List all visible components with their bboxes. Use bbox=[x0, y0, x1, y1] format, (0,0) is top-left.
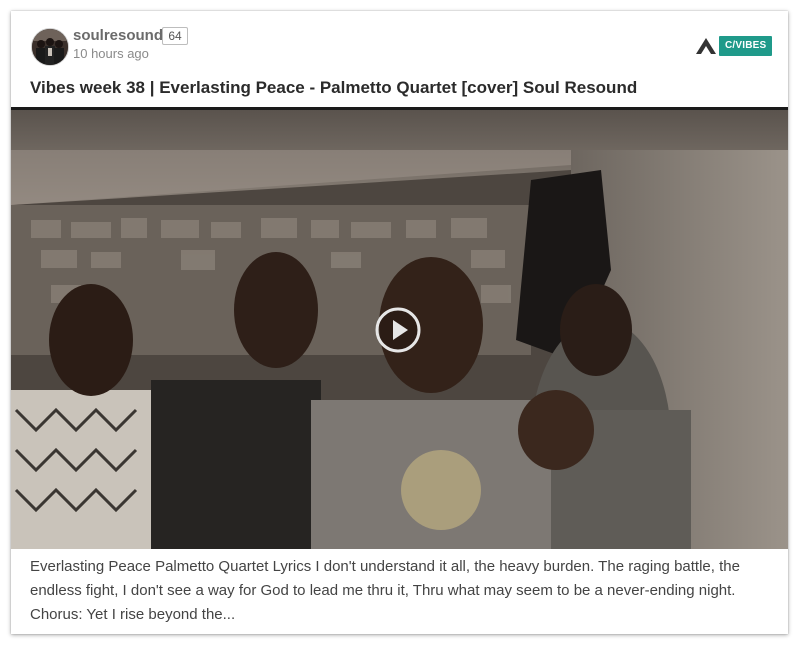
community-tag[interactable]: C/VIBES bbox=[719, 36, 773, 56]
play-circle-icon[interactable] bbox=[375, 307, 421, 353]
post-header: soulresound 64 10 hours ago C/VIBES bbox=[11, 11, 788, 71]
reputation-badge: 64 bbox=[162, 27, 188, 45]
author-avatar[interactable] bbox=[31, 28, 69, 66]
post-description: Everlasting Peace Palmetto Quartet Lyric… bbox=[30, 558, 740, 623]
author-username[interactable]: soulresound bbox=[73, 27, 163, 44]
post-card[interactable]: soulresound 64 10 hours ago C/VIBES Vibe… bbox=[11, 11, 788, 634]
post-title[interactable]: Vibes week 38 | Everlasting Peace - Palm… bbox=[30, 78, 637, 98]
mountain-logo-icon[interactable] bbox=[696, 38, 716, 54]
video-player[interactable] bbox=[11, 107, 788, 549]
post-timestamp: 10 hours ago bbox=[73, 46, 149, 61]
